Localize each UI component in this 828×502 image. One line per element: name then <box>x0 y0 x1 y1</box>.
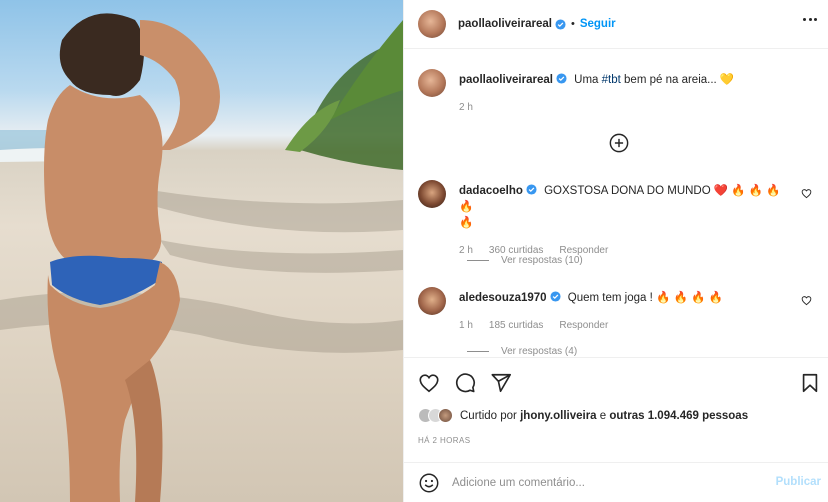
caption-username[interactable]: paollaoliveirareal <box>459 74 553 86</box>
share-icon[interactable] <box>490 372 512 394</box>
comment-likes[interactable]: 185 curtidas <box>489 320 543 331</box>
post-time-ago: HÁ 2 HORAS <box>418 436 471 445</box>
post-actions-section: Curtido por jhony.olliveira e outras 1.0… <box>404 357 828 502</box>
publish-button[interactable]: Publicar <box>776 476 821 488</box>
heart-icon[interactable] <box>418 372 440 394</box>
verified-icon <box>555 18 566 30</box>
liker-avatar <box>438 408 453 423</box>
comment-meta: 1 h 185 curtidas Responder <box>459 320 781 331</box>
view-replies-label: Ver respostas (4) <box>501 346 578 357</box>
comment-time: 1 h <box>459 320 473 331</box>
follow-button[interactable]: Seguir <box>580 18 616 30</box>
commenter-avatar[interactable] <box>418 287 446 315</box>
author-username[interactable]: paollaoliveirareal <box>458 18 552 30</box>
add-circle-icon[interactable] <box>609 133 629 153</box>
caption-text-end: bem pé na areia... 💛 <box>620 74 735 86</box>
view-replies-button[interactable]: Ver respostas (4) <box>467 346 577 357</box>
caption-avatar[interactable] <box>418 69 446 97</box>
comment-item: dadacoelho GOXSTOSA DONA DO MUNDO ❤️ 🔥 🔥… <box>418 180 818 256</box>
action-bar <box>418 372 512 394</box>
comment-text: Quem tem joga ! 🔥 🔥 🔥 🔥 <box>567 292 723 304</box>
comment-text-cont: 🔥 <box>459 217 474 229</box>
view-replies-button[interactable]: Ver respostas (10) <box>467 255 583 266</box>
likes-summary: Curtido por jhony.olliveira e outras 1.0… <box>418 408 748 423</box>
caption-hashtag[interactable]: #tbt <box>602 74 621 86</box>
comment-composer: Publicar <box>404 462 828 502</box>
bookmark-icon[interactable] <box>799 372 821 394</box>
likes-prefix: Curtido por <box>460 409 521 422</box>
likes-others[interactable]: outras 1.094.469 pessoas <box>609 410 748 422</box>
commenter-username[interactable]: dadacoelho <box>459 185 523 197</box>
verified-icon <box>526 184 537 195</box>
post-header: paollaoliveirareal • Seguir <box>404 0 828 49</box>
verified-icon <box>556 73 567 84</box>
comment-item: aledesouza1970 Quem tem joga ! 🔥 🔥 🔥 🔥 1… <box>418 287 818 331</box>
emoji-icon[interactable] <box>418 472 440 494</box>
instagram-post-view: paollaoliveirareal • Seguir paollaolivei… <box>0 0 828 502</box>
reply-button[interactable]: Responder <box>559 320 608 331</box>
separator-dot: • <box>570 18 575 30</box>
verified-icon <box>550 291 561 302</box>
view-replies-label: Ver respostas (10) <box>501 255 583 266</box>
beach-illustration <box>0 13 403 502</box>
comment-icon[interactable] <box>454 372 476 394</box>
heart-icon[interactable] <box>801 188 812 199</box>
comment-input[interactable] <box>452 477 752 489</box>
commenter-username[interactable]: aledesouza1970 <box>459 292 547 304</box>
author-avatar[interactable] <box>418 10 446 38</box>
likes-middle: e <box>596 409 610 422</box>
post-details-panel: paollaoliveirareal • Seguir paollaolivei… <box>403 0 828 502</box>
heart-icon[interactable] <box>801 295 812 306</box>
post-caption: paollaoliveirareal Uma #tbt bem pé na ar… <box>418 69 734 113</box>
liker-username[interactable]: jhony.olliveira <box>520 410 596 422</box>
caption-time: 2 h <box>459 102 473 113</box>
commenter-avatar[interactable] <box>418 180 446 208</box>
caption-text-start: Uma <box>574 74 602 86</box>
more-options-icon[interactable] <box>803 18 817 22</box>
post-photo[interactable] <box>0 0 403 502</box>
